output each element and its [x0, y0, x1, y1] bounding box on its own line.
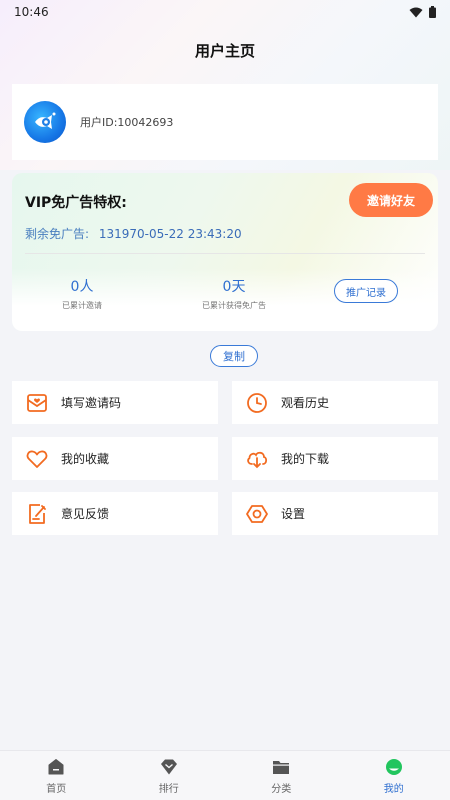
status-bar: 10:46 — [0, 0, 450, 24]
invited-count-caption: 已累计邀请 — [62, 301, 102, 310]
profile-icon — [383, 756, 405, 778]
copy-button[interactable]: 复制 — [210, 345, 258, 367]
wifi-icon — [409, 7, 423, 17]
invite-code-icon — [25, 391, 49, 415]
menu-item-label: 我的下载 — [281, 452, 330, 466]
status-icons — [409, 6, 436, 18]
nav-item-ranking[interactable]: 排行 — [113, 751, 226, 800]
invite-friends-button[interactable]: 邀请好友 — [349, 183, 433, 217]
heart-icon — [25, 447, 49, 471]
page-title: 用户主页 — [194, 42, 255, 60]
nav-item-category[interactable]: 分类 — [225, 751, 338, 800]
ad-free-days-value: 0天 — [222, 279, 246, 295]
menu-item-label: 我的收藏 — [61, 452, 110, 466]
menu-item-label: 意见反馈 — [61, 507, 110, 521]
menu-item-feedback[interactable]: 意见反馈 — [12, 492, 218, 535]
bottom-navigation: 首页 排行 分类 我的 — [0, 750, 450, 800]
nav-label: 分类 — [271, 784, 292, 795]
ad-free-days-stat: 0天 已累计获得免广告 — [174, 276, 294, 311]
user-card[interactable]: 用户ID:10042693 — [12, 84, 438, 160]
nav-label: 我的 — [383, 784, 404, 795]
clock-icon — [245, 391, 269, 415]
avatar[interactable] — [24, 101, 66, 143]
vip-card: VIP免广告特权: 邀请好友 剩余免广告: 131970-05-22 23:43… — [12, 173, 438, 331]
remaining-ad-free: 剩余免广告: 131970-05-22 23:43:20 — [25, 225, 242, 242]
menu-item-label: 观看历史 — [281, 396, 330, 410]
remaining-label: 剩余免广告: — [25, 227, 90, 241]
remaining-value: 131970-05-22 23:43:20 — [98, 227, 242, 241]
cloud-download-icon — [245, 447, 269, 471]
nav-item-mine[interactable]: 我的 — [338, 751, 450, 800]
divider — [25, 253, 425, 254]
menu-item-invite-code[interactable]: 填写邀请码 — [12, 381, 218, 424]
promotion-records-button[interactable]: 推广记录 — [334, 279, 398, 303]
avatar-logo-icon — [35, 112, 56, 129]
user-id: 用户ID:10042693 — [80, 116, 174, 129]
feedback-edit-icon — [25, 502, 49, 526]
nav-label: 排行 — [158, 784, 179, 795]
status-time: 10:46 — [14, 5, 49, 19]
ranking-icon — [158, 756, 180, 778]
menu-item-favorites[interactable]: 我的收藏 — [12, 437, 218, 480]
menu-item-settings[interactable]: 设置 — [232, 492, 438, 535]
nav-label: 首页 — [46, 784, 67, 795]
invited-count-value: 0人 — [70, 279, 94, 295]
home-icon — [45, 756, 67, 778]
menu-item-label: 设置 — [281, 507, 306, 521]
menu-item-downloads[interactable]: 我的下载 — [232, 437, 438, 480]
nav-item-home[interactable]: 首页 — [0, 751, 113, 800]
vip-title: VIP免广告特权: — [25, 195, 127, 211]
invited-count-stat: 0人 已累计邀请 — [32, 276, 132, 311]
settings-hexagon-icon — [245, 502, 269, 526]
menu-item-watch-history[interactable]: 观看历史 — [232, 381, 438, 424]
menu-item-label: 填写邀请码 — [61, 396, 122, 410]
folder-icon — [270, 756, 292, 778]
ad-free-days-caption: 已累计获得免广告 — [202, 301, 266, 310]
battery-icon — [429, 6, 436, 18]
